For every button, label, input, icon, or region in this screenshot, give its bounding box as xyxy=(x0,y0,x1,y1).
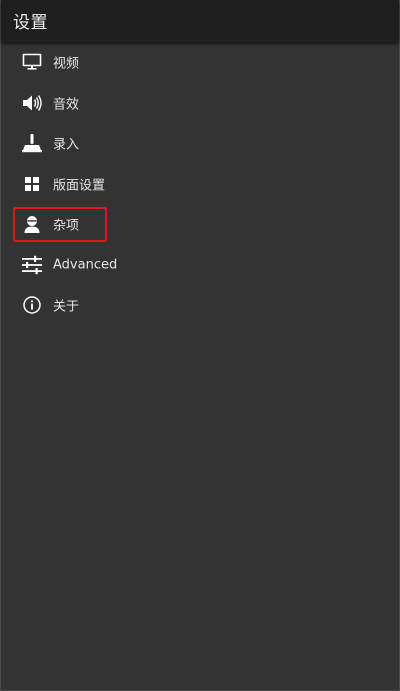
user-icon xyxy=(21,213,43,235)
menu-item-label: 关于 xyxy=(53,299,80,315)
menu-item-advanced[interactable]: Advanced xyxy=(1,245,399,286)
speaker-icon xyxy=(21,92,43,114)
menu-item-label: 视频 xyxy=(53,56,80,72)
settings-menu: 视频 音效 录入 版面设置 杂项 Advanced 关于 xyxy=(1,42,399,326)
app-bar: 设置 xyxy=(1,0,399,42)
menu-item-input[interactable]: 录入 xyxy=(1,123,399,164)
info-icon xyxy=(21,294,43,316)
menu-item-video[interactable]: 视频 xyxy=(1,42,399,83)
monitor-icon xyxy=(21,51,43,73)
menu-item-label: 杂项 xyxy=(53,218,80,234)
menu-item-label: 版面设置 xyxy=(53,178,106,194)
menu-item-label: Advanced xyxy=(53,257,118,273)
menu-item-label: 录入 xyxy=(53,137,80,153)
menu-item-layout[interactable]: 版面设置 xyxy=(1,164,399,205)
page-title: 设置 xyxy=(13,13,48,33)
sliders-icon xyxy=(21,254,43,276)
menu-item-about[interactable]: 关于 xyxy=(1,285,399,326)
menu-item-label: 音效 xyxy=(53,97,80,113)
menu-item-audio[interactable]: 音效 xyxy=(1,83,399,124)
menu-item-misc[interactable]: 杂项 xyxy=(1,204,399,245)
grid-icon xyxy=(21,173,43,195)
settings-screen: 设置 视频 音效 录入 版面设置 杂项 Advanced 关于 xyxy=(0,0,400,691)
joystick-icon xyxy=(21,132,43,154)
